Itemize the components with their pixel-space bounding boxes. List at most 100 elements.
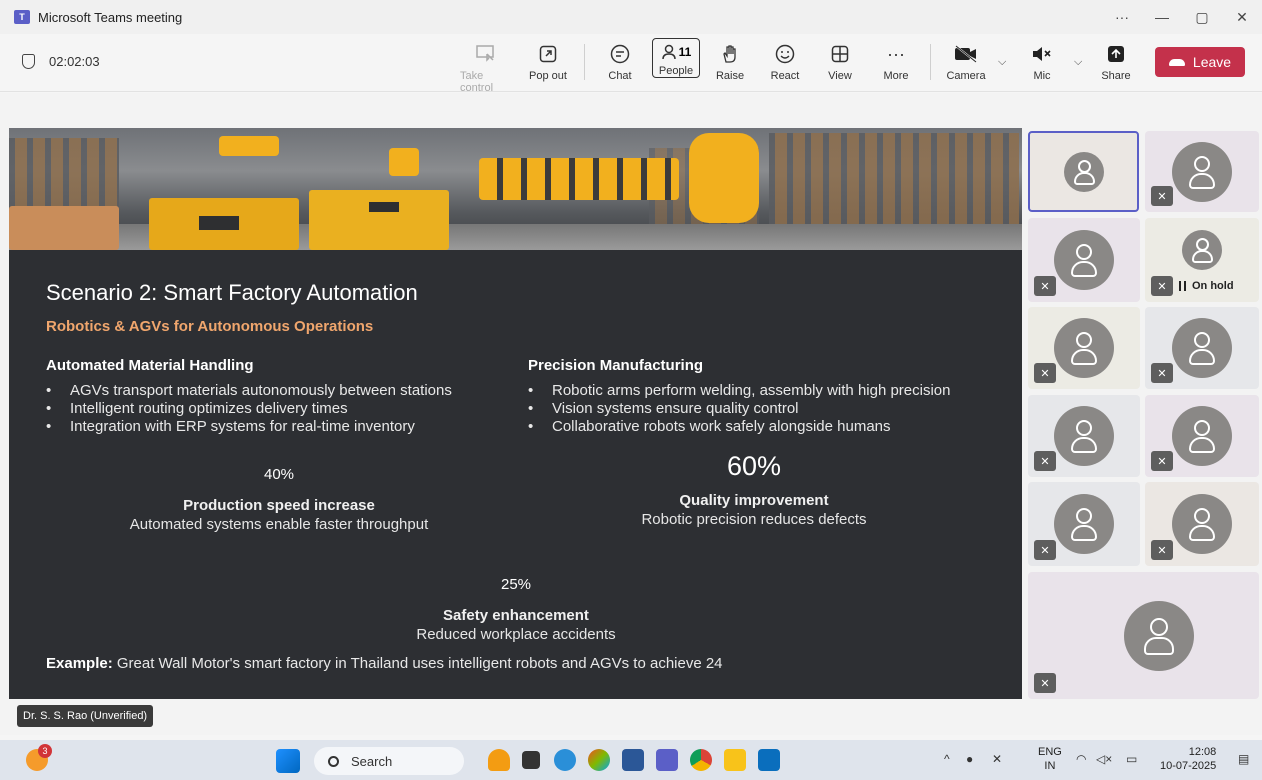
precision-manufacturing-heading: Precision Manufacturing	[528, 357, 704, 374]
participant-tile[interactable]: ✕	[1028, 218, 1140, 302]
stat-description: Reduced workplace accidents	[416, 626, 616, 643]
list-item: Robotic arms perform welding, assembly w…	[525, 382, 951, 400]
store-icon[interactable]	[622, 749, 644, 771]
participant-tile[interactable]: ✕	[1028, 395, 1140, 477]
share-icon	[1107, 42, 1125, 66]
restore-button[interactable]: ▢	[1182, 9, 1222, 26]
volume-muted-icon[interactable]: ◁×	[1096, 752, 1112, 766]
participant-tile[interactable]: ✕	[1145, 395, 1259, 477]
stat-production-speed: 40% Production speed increase Automated …	[69, 466, 489, 533]
stat-value: 25%	[500, 576, 532, 593]
timer-text: 02:02:03	[49, 54, 100, 69]
leave-button[interactable]: Leave	[1155, 47, 1245, 77]
more-button[interactable]: ··· More	[870, 42, 922, 83]
more-options-button[interactable]: ···	[1102, 9, 1142, 25]
participant-tile[interactable]: ✕	[1145, 131, 1259, 212]
mic-muted-icon: ✕	[1034, 451, 1056, 471]
toolbar-divider	[584, 44, 585, 80]
search-icon	[328, 755, 339, 767]
stat-safety: 25% Safety enhancement Reduced workplace…	[306, 576, 726, 643]
participant-tile[interactable]: ✕	[1028, 482, 1140, 566]
notification-badge: 3	[38, 744, 52, 758]
wifi-icon[interactable]: ◠	[1076, 752, 1086, 766]
camera-options-chevron-icon[interactable]: ⌵	[998, 56, 1006, 69]
camera-button[interactable]: Camera	[940, 42, 992, 82]
edge-icon[interactable]	[554, 749, 576, 771]
windows-start-icon[interactable]	[276, 749, 300, 773]
teams-logo-icon: T	[14, 10, 30, 24]
participant-tile-on-hold[interactable]: ✕ On hold	[1145, 218, 1259, 302]
teams-taskbar-icon[interactable]	[656, 749, 678, 771]
stat-description: Automated systems enable faster throughp…	[129, 516, 429, 533]
take-control-button[interactable]: Take control	[460, 42, 512, 94]
more-icon: ···	[887, 43, 905, 64]
raise-hand-button[interactable]: Raise	[704, 42, 756, 82]
tray-chevron-icon[interactable]: ^	[944, 752, 950, 766]
avatar-icon	[1054, 406, 1114, 466]
mic-options-chevron-icon[interactable]: ⌵	[1074, 56, 1082, 69]
phone-icon	[1168, 58, 1185, 66]
pause-icon	[1179, 281, 1186, 291]
mic-muted-icon: ✕	[1151, 363, 1173, 383]
close-button[interactable]: ✕	[1222, 9, 1262, 26]
avatar-icon	[1054, 494, 1114, 554]
grid-view-icon	[831, 42, 849, 66]
avatar-icon	[1172, 318, 1232, 378]
participant-tile[interactable]: ✕	[1028, 572, 1259, 699]
take-control-icon	[476, 42, 496, 66]
tray-mic-muted-icon[interactable]: ✕	[992, 752, 1002, 766]
list-item: AGVs transport materials autonomously be…	[43, 382, 452, 400]
stat-heading: Production speed increase	[183, 497, 375, 514]
battery-icon[interactable]: ▭	[1126, 752, 1137, 766]
minimize-button[interactable]: —	[1142, 9, 1182, 25]
chat-button[interactable]: Chat	[594, 42, 646, 82]
people-button[interactable]: 11 People	[650, 38, 702, 78]
taskbar-search[interactable]: Search	[314, 747, 464, 775]
people-count: 11	[678, 45, 692, 59]
chrome-icon[interactable]	[690, 749, 712, 771]
stat-value: 40%	[263, 466, 295, 483]
list-item: Intelligent routing optimizes delivery t…	[43, 400, 452, 418]
avatar-icon	[1172, 494, 1232, 554]
slide-subtitle: Robotics & AGVs for Autonomous Operation…	[46, 318, 374, 335]
raise-hand-icon	[721, 42, 739, 66]
dell-icon[interactable]	[758, 749, 780, 771]
avatar-icon	[1054, 318, 1114, 378]
mic-muted-icon: ✕	[1151, 540, 1173, 560]
taskbar-clock[interactable]: 12:08 10-07-2025	[1160, 745, 1216, 773]
notification-bell-icon[interactable]: ▤	[1238, 752, 1249, 766]
language-indicator[interactable]: ENG IN	[1038, 745, 1062, 773]
meeting-timer: 02:02:03	[22, 54, 100, 69]
task-view-icon[interactable]	[522, 751, 540, 769]
stat-heading: Safety enhancement	[443, 607, 589, 624]
avatar-icon	[1054, 230, 1114, 290]
stat-value: 60%	[726, 451, 782, 481]
pop-out-button[interactable]: Pop out	[522, 42, 574, 82]
copilot-icon[interactable]	[588, 749, 610, 771]
participant-tile[interactable]: ✕	[1145, 482, 1259, 566]
title-bar: T Microsoft Teams meeting ··· — ▢ ✕	[0, 0, 1262, 34]
people-icon	[661, 44, 676, 60]
avatar-icon	[1172, 406, 1232, 466]
tray-app-icon[interactable]: ●	[966, 752, 973, 766]
share-button[interactable]: Share	[1090, 42, 1142, 82]
list-item: Collaborative robots work safely alongsi…	[525, 418, 951, 436]
windows-taskbar: 3 Search ^ ● ✕ ENG IN ◠ ◁× ▭ 12:08 10-07…	[0, 740, 1262, 780]
stat-quality: 60% Quality improvement Robotic precisio…	[544, 451, 964, 528]
participant-tile[interactable]: ✕	[1145, 307, 1259, 389]
on-hold-indicator: On hold	[1179, 280, 1234, 292]
file-explorer-icon[interactable]	[724, 749, 746, 771]
view-button[interactable]: View	[814, 42, 866, 82]
avatar-icon	[1063, 151, 1104, 192]
participant-tile[interactable]: ✕	[1028, 307, 1140, 389]
chat-icon	[610, 42, 630, 66]
toolbar-divider	[930, 44, 931, 80]
mic-muted-icon	[1031, 42, 1053, 66]
mic-muted-icon: ✕	[1034, 276, 1056, 296]
participant-tile[interactable]	[1028, 131, 1139, 212]
avatar-icon	[1182, 230, 1222, 270]
react-button[interactable]: React	[759, 42, 811, 82]
mic-button[interactable]: Mic	[1016, 42, 1068, 82]
avatar-icon	[1172, 141, 1232, 202]
app-icon[interactable]	[488, 749, 510, 771]
